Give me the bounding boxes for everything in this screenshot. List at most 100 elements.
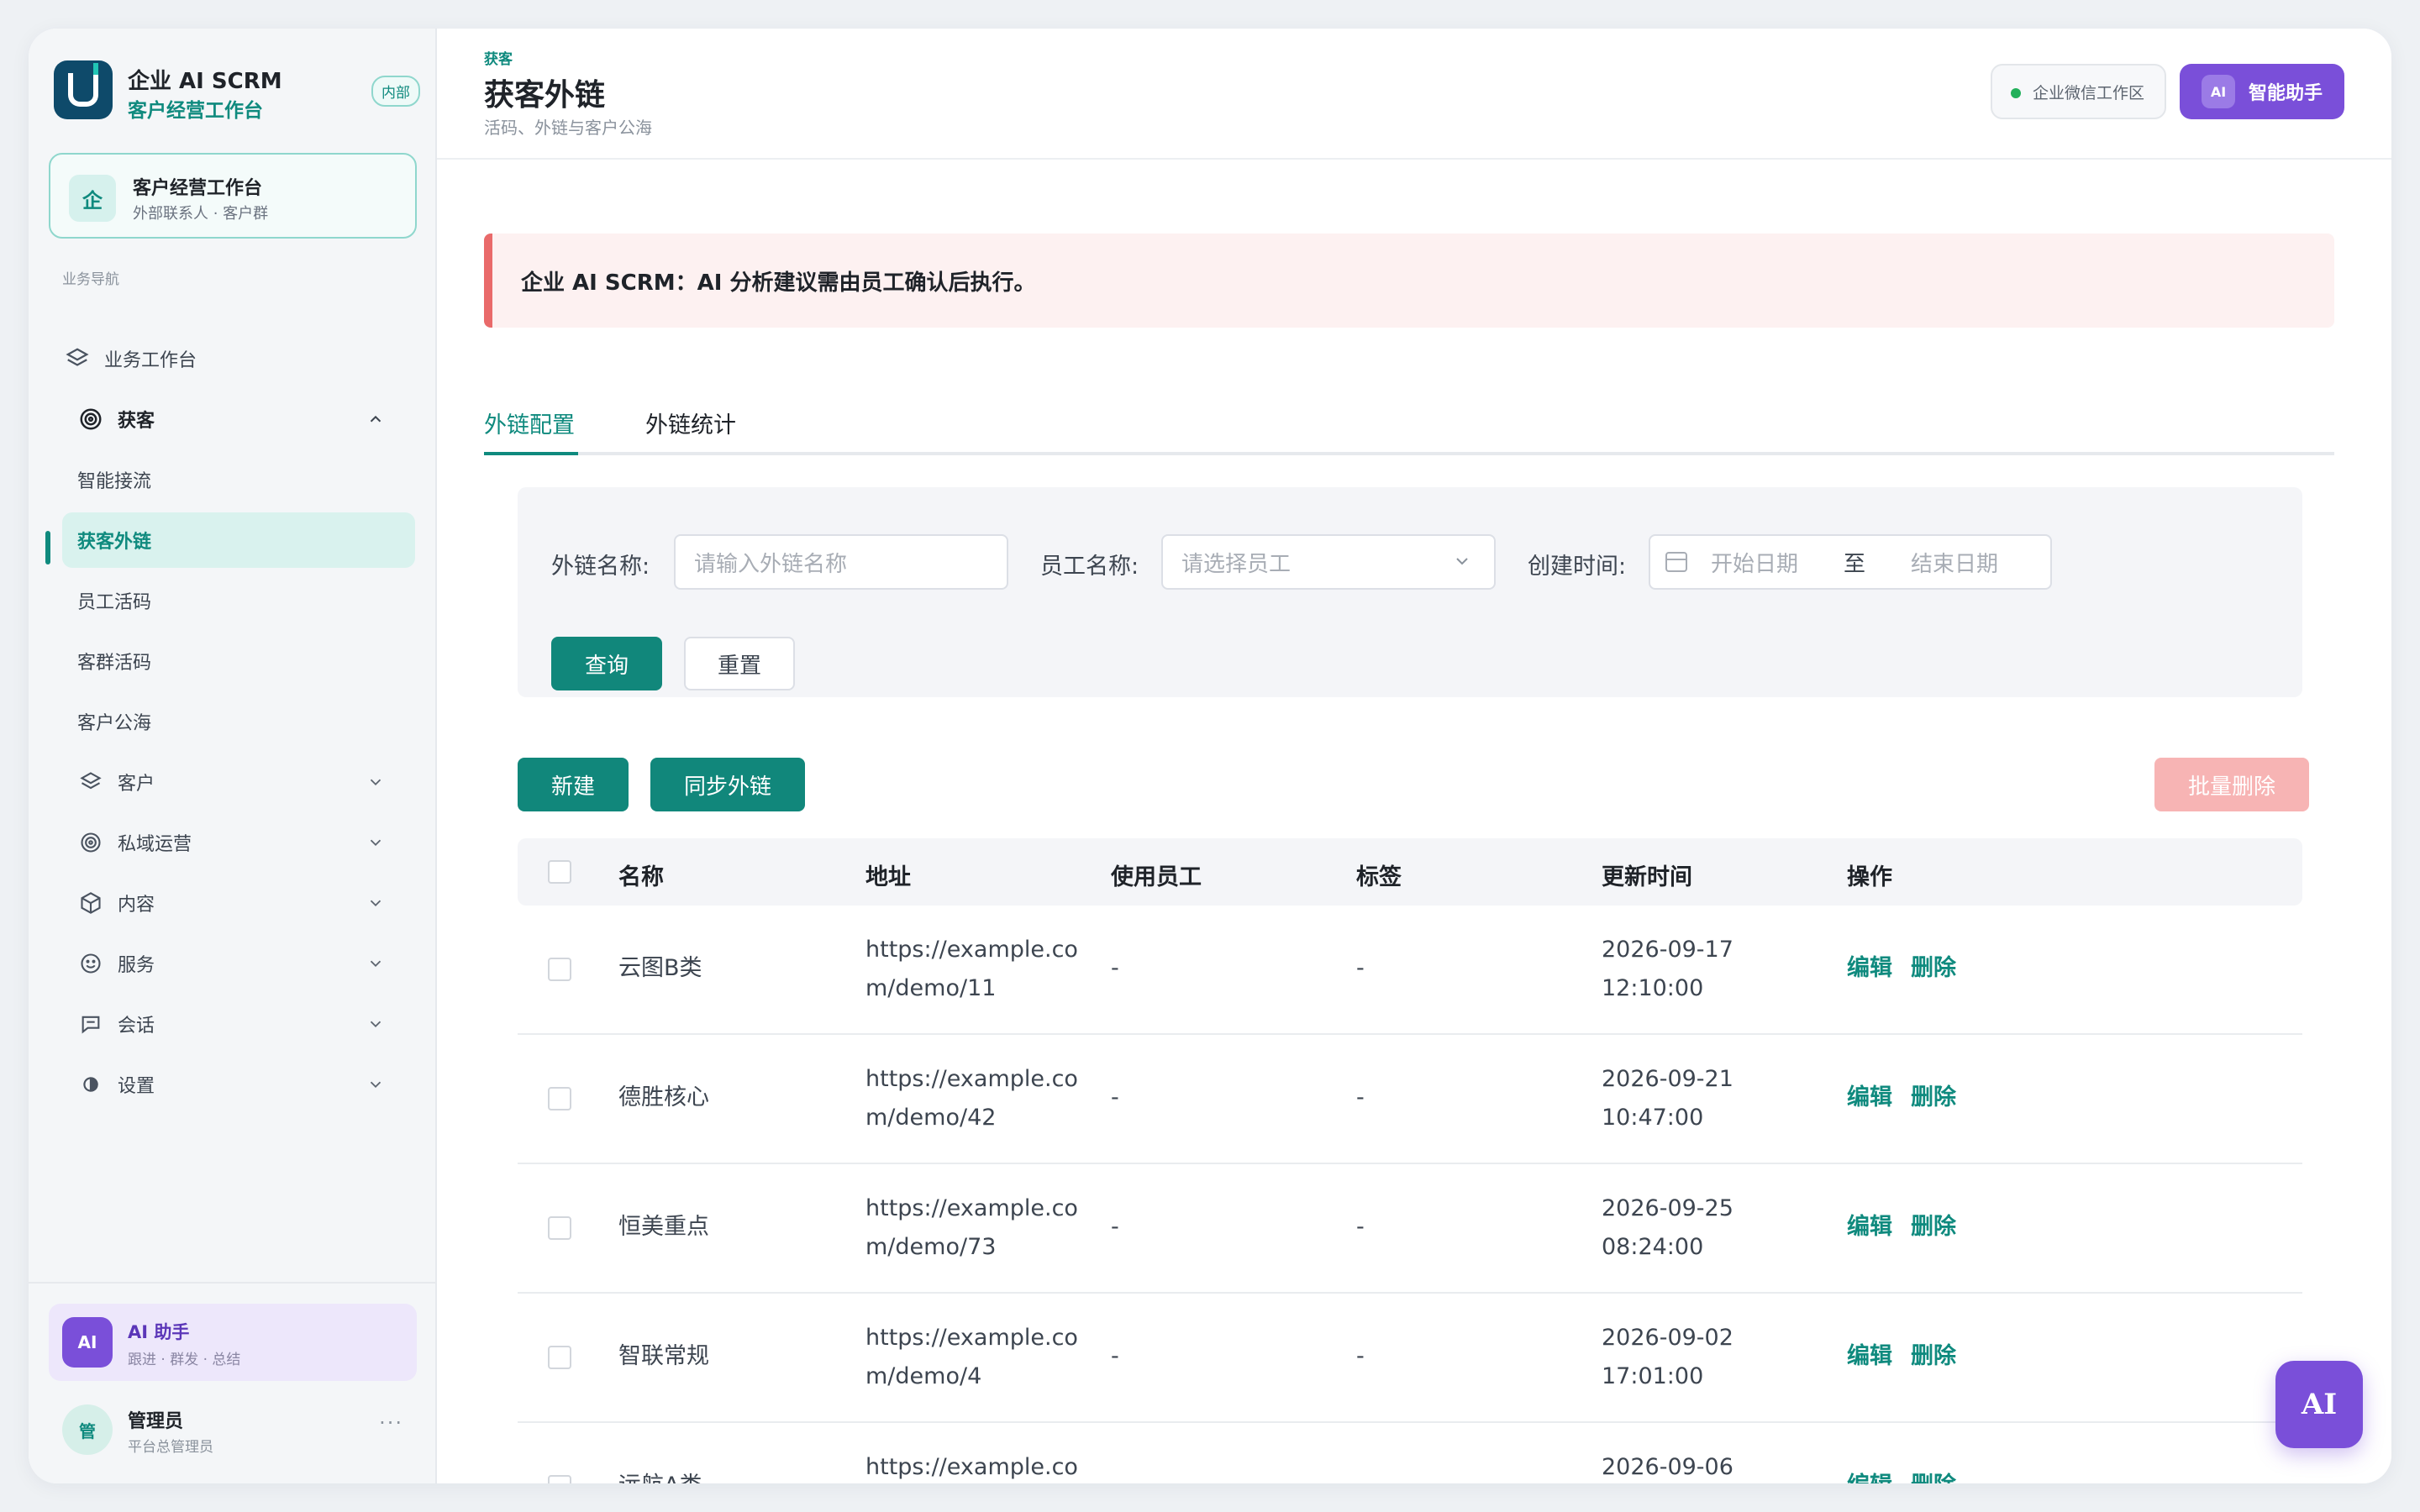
batch-delete-button[interactable]: 批量删除 bbox=[2154, 758, 2309, 811]
brand-title: 企业 AI SCRM bbox=[128, 69, 282, 94]
chevron-down-icon bbox=[366, 773, 385, 795]
sidebar-section-service[interactable]: 服务 bbox=[62, 936, 415, 991]
layers-icon bbox=[62, 344, 92, 374]
workspace-env-label: 企业微信工作区 bbox=[2032, 83, 2144, 102]
row-address: https://example.com/demo/35 bbox=[865, 1454, 1078, 1480]
select-all-checkbox[interactable] bbox=[548, 860, 571, 884]
edit-link[interactable]: 编辑 bbox=[1847, 1079, 1892, 1111]
sidebar-section-content[interactable]: 内容 bbox=[62, 875, 415, 931]
row-updated: 2026-09-21 10:47:00 bbox=[1602, 1066, 1733, 1131]
sidebar: 企业 AI SCRM 客户经营工作台 内部 企 客户经营工作台 外部联系人 · … bbox=[29, 29, 437, 1483]
sidebar-section-label: 设置 bbox=[118, 1076, 155, 1097]
row-updated: 2026-09-06 15:38:00 bbox=[1602, 1454, 1733, 1480]
row-employee: - bbox=[1111, 1214, 1119, 1240]
sidebar-item-customer-pool[interactable]: 客户公海 bbox=[62, 694, 415, 749]
sidebar-section-acquire[interactable]: 获客 bbox=[62, 391, 415, 447]
table-row: 智联常规 https://example.com/demo/4 - - 2026… bbox=[518, 1294, 2302, 1423]
sidebar-item-group-qr[interactable]: 客群活码 bbox=[62, 633, 415, 689]
chevron-down-icon bbox=[366, 1075, 385, 1098]
smart-assistant-button[interactable]: AI 智能助手 bbox=[2180, 64, 2344, 119]
end-date-placeholder[interactable]: 结束日期 bbox=[1911, 547, 1998, 578]
row-address: https://example.com/demo/73 bbox=[865, 1195, 1078, 1260]
created-time-label: 创建时间: bbox=[1528, 554, 1627, 580]
active-indicator bbox=[45, 531, 50, 564]
row-checkbox[interactable] bbox=[548, 1346, 571, 1369]
start-date-placeholder[interactable]: 开始日期 bbox=[1711, 547, 1798, 578]
user-profile[interactable]: 管 管理员 平台总管理员 ··· bbox=[49, 1396, 417, 1463]
reset-button[interactable]: 重置 bbox=[684, 637, 795, 690]
row-tag: - bbox=[1356, 1343, 1365, 1369]
sidebar-section-label: 获客 bbox=[118, 411, 155, 432]
edit-link[interactable]: 编辑 bbox=[1847, 949, 1892, 982]
employee-label: 员工名称: bbox=[1040, 554, 1139, 580]
delete-link[interactable]: 删除 bbox=[1911, 1467, 1956, 1483]
row-updated: 2026-09-25 08:24:00 bbox=[1602, 1195, 1733, 1260]
sidebar-section-sessions[interactable]: 会话 bbox=[62, 996, 415, 1052]
row-tag: - bbox=[1356, 1467, 1365, 1483]
delete-link[interactable]: 删除 bbox=[1911, 1337, 1956, 1370]
row-checkbox[interactable] bbox=[548, 958, 571, 981]
edit-link[interactable]: 编辑 bbox=[1847, 1337, 1892, 1370]
status-dot-icon bbox=[2010, 88, 2021, 98]
edit-link[interactable]: 编辑 bbox=[1847, 1467, 1892, 1483]
sidebar-section-customers[interactable]: 客户 bbox=[62, 754, 415, 810]
tab-link-config[interactable]: 外链配置 bbox=[484, 407, 575, 439]
delete-link[interactable]: 删除 bbox=[1911, 949, 1956, 982]
layers-icon bbox=[76, 767, 106, 797]
sidebar-item-smart-flow[interactable]: 智能接流 bbox=[62, 452, 415, 507]
chat-icon bbox=[76, 1009, 106, 1039]
brand: 企业 AI SCRM 客户经营工作台 内部 bbox=[54, 60, 420, 122]
row-checkbox[interactable] bbox=[548, 1087, 571, 1110]
brand-logo-icon bbox=[54, 60, 113, 119]
chevron-down-icon bbox=[366, 894, 385, 916]
date-range-picker[interactable]: 开始日期 至 结束日期 bbox=[1649, 534, 2052, 590]
column-header-address: 地址 bbox=[865, 864, 911, 890]
row-employee: - bbox=[1111, 1343, 1119, 1369]
internal-badge: 内部 bbox=[371, 76, 420, 107]
sidebar-item-dashboard[interactable]: 业务工作台 bbox=[62, 331, 415, 386]
sidebar-section-label: 会话 bbox=[118, 1016, 155, 1037]
row-employee: - bbox=[1111, 1084, 1119, 1110]
chevron-down-icon bbox=[366, 954, 385, 977]
row-checkbox[interactable] bbox=[548, 1475, 571, 1483]
sidebar-section-label: 客户 bbox=[118, 774, 155, 795]
column-header-actions: 操作 bbox=[1847, 864, 1892, 890]
row-address: https://example.com/demo/42 bbox=[865, 1066, 1078, 1131]
target-icon bbox=[76, 404, 106, 434]
links-table: 名称 地址 使用员工 标签 更新时间 操作 云图B类 https://examp… bbox=[518, 838, 2302, 1483]
delete-link[interactable]: 删除 bbox=[1911, 1208, 1956, 1241]
smart-assistant-label: 智能助手 bbox=[2249, 83, 2323, 104]
workspace-env-chip[interactable]: 企业微信工作区 bbox=[1990, 64, 2166, 119]
sidebar-item-label: 员工活码 bbox=[77, 592, 152, 613]
sidebar-section-private-ops[interactable]: 私域运营 bbox=[62, 815, 415, 870]
page-title: 获客外链 bbox=[484, 78, 606, 113]
sync-links-button[interactable]: 同步外链 bbox=[650, 758, 805, 811]
column-header-tag: 标签 bbox=[1356, 864, 1402, 890]
new-button[interactable]: 新建 bbox=[518, 758, 629, 811]
query-button[interactable]: 查询 bbox=[551, 637, 662, 690]
link-name-input[interactable]: 请输入外链名称 bbox=[674, 534, 1008, 590]
avatar: 管 bbox=[62, 1404, 113, 1455]
tab-link-stats[interactable]: 外链统计 bbox=[645, 407, 736, 439]
link-name-placeholder: 请输入外链名称 bbox=[694, 551, 848, 577]
edit-link[interactable]: 编辑 bbox=[1847, 1208, 1892, 1241]
smile-icon bbox=[76, 948, 106, 979]
row-address: https://example.com/demo/11 bbox=[865, 937, 1078, 1001]
sidebar-item-employee-qr[interactable]: 员工活码 bbox=[62, 573, 415, 628]
sidebar-section-label: 服务 bbox=[118, 955, 155, 976]
row-tag: - bbox=[1356, 1214, 1365, 1240]
more-icon[interactable]: ··· bbox=[379, 1411, 403, 1435]
delete-link[interactable]: 删除 bbox=[1911, 1079, 1956, 1111]
row-address: https://example.com/demo/4 bbox=[865, 1325, 1078, 1389]
sidebar-section-settings[interactable]: 设置 bbox=[62, 1057, 415, 1112]
floating-ai-button[interactable]: AI bbox=[2275, 1361, 2363, 1448]
breadcrumb[interactable]: 获客 bbox=[484, 47, 513, 68]
sidebar-item-acquire-links[interactable]: 获客外链 bbox=[62, 512, 415, 568]
employee-select[interactable]: 请选择员工 bbox=[1161, 534, 1496, 590]
row-tag: - bbox=[1356, 955, 1365, 981]
brand-subtitle: 客户经营工作台 bbox=[128, 100, 263, 122]
settings-icon bbox=[76, 1069, 106, 1100]
ai-assistant-card[interactable]: AI AI 助手 跟进 · 群发 · 总结 bbox=[49, 1304, 417, 1381]
row-checkbox[interactable] bbox=[548, 1216, 571, 1240]
workspace-card[interactable]: 企 客户经营工作台 外部联系人 · 客户群 bbox=[49, 153, 417, 239]
